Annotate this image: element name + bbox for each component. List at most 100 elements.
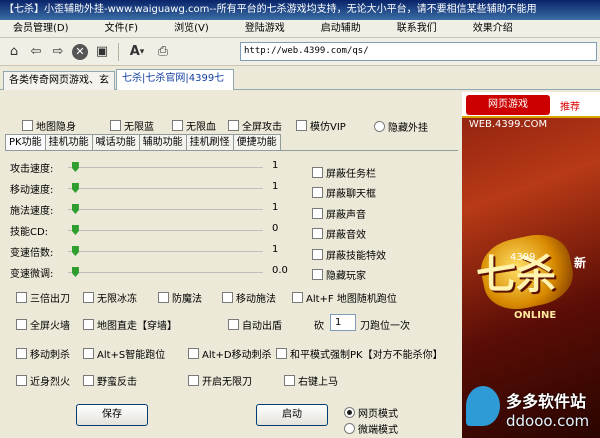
option-fake-vip[interactable]: 模仿VIP: [296, 118, 346, 133]
tab-afk[interactable]: 挂机功能: [44, 134, 93, 151]
save-button[interactable]: 保存: [76, 404, 148, 426]
slider-value: 1: [272, 160, 279, 171]
option-auto-shield[interactable]: 自动出盾: [228, 317, 282, 332]
watermark: 多多软件站 ddooo.com: [462, 382, 600, 438]
option-wall-walk[interactable]: 地图直走【穿墙】: [83, 317, 177, 332]
checkbox: [228, 120, 239, 131]
menu-start-assist[interactable]: 启动辅助: [318, 21, 364, 37]
option-triple-slash[interactable]: 三倍出刀: [16, 290, 70, 305]
menu-view[interactable]: 浏览(V): [171, 21, 212, 37]
checkbox: [16, 292, 27, 303]
menu-contact[interactable]: 联系我们: [394, 21, 440, 37]
checkbox: [292, 292, 303, 303]
checkbox: [312, 249, 323, 260]
slider-track[interactable]: [68, 183, 263, 193]
slider-label: 施法速度:: [10, 206, 54, 217]
checkbox: [276, 348, 287, 359]
game-title: 七杀: [476, 252, 556, 298]
option-label: Alt+F 地图随机跑位: [306, 294, 397, 305]
print-icon[interactable]: ⎙: [153, 42, 173, 62]
slider-track[interactable]: [68, 225, 263, 235]
stop-glyph: ✕: [72, 43, 88, 60]
watermark-logo-icon: [466, 386, 500, 426]
option-label: 开启无限刀: [202, 377, 252, 388]
start-button[interactable]: 启动: [256, 404, 328, 426]
option-smart-move[interactable]: Alt+S智能跑位: [83, 346, 165, 361]
checkbox: [110, 120, 121, 131]
menu-member[interactable]: 会员管理(D): [10, 21, 72, 37]
option-force-pk[interactable]: 和平模式强制PK【对方不能杀你】: [276, 346, 443, 361]
option-alt-d-thrust[interactable]: Alt+D移动刺杀: [188, 346, 272, 361]
option-infinite-mana[interactable]: 无限蓝: [110, 118, 154, 133]
option-random-map-move[interactable]: Alt+F 地图随机跑位: [292, 290, 397, 305]
option-map-stealth[interactable]: 地图隐身: [22, 118, 76, 133]
option-close-fire[interactable]: 近身烈火: [16, 373, 70, 388]
option-infinite-hp[interactable]: 无限血: [172, 118, 216, 133]
tab-shout[interactable]: 喊话功能: [91, 134, 140, 151]
font-icon[interactable]: A ▾: [123, 42, 151, 62]
option-label: 全屏攻击: [242, 122, 282, 133]
forward-icon[interactable]: ⇨: [48, 42, 68, 62]
slider-track[interactable]: [68, 204, 263, 214]
menu-effects[interactable]: 效果介绍: [470, 21, 516, 37]
back-icon[interactable]: ⇦: [26, 42, 46, 62]
option-label: 屏蔽声音: [326, 210, 366, 221]
shield-effects[interactable]: 屏蔽音效: [312, 226, 366, 241]
option-label: 地图隐身: [36, 122, 76, 133]
checkbox: [16, 375, 27, 386]
slash-count-input[interactable]: 1: [330, 314, 356, 331]
game-number: 4399: [510, 252, 536, 263]
option-label: 屏蔽音效: [326, 230, 366, 241]
checkbox: [312, 208, 323, 219]
slider-value: 0.0: [272, 265, 288, 276]
option-label: 屏蔽聊天框: [326, 189, 376, 200]
checkbox: [312, 269, 323, 280]
home-icon[interactable]: ⌂: [4, 42, 24, 62]
ad-header: 网页游戏 WEB.4399.COM 推荐: [462, 92, 600, 130]
tab-convenience[interactable]: 便捷功能: [232, 134, 281, 151]
shield-chat[interactable]: 屏蔽聊天框: [312, 185, 376, 200]
option-anti-magic[interactable]: 防魔法: [158, 290, 202, 305]
option-move-cast[interactable]: 移动施法: [222, 290, 276, 305]
browser-tab-1[interactable]: 各类传奇网页游戏、玄: [3, 71, 115, 90]
option-hide-cheat[interactable]: 隐藏外挂: [374, 119, 428, 134]
checkbox: [83, 319, 94, 330]
mode-client[interactable]: 微端模式: [344, 421, 398, 436]
web-content-pane[interactable]: 网页游戏 WEB.4399.COM 推荐 七杀 4399 新 ONLINE 多多…: [462, 92, 600, 438]
option-fullscreen-firewall[interactable]: 全屏火墙: [16, 317, 70, 332]
option-savage-counter[interactable]: 野蛮反击: [83, 373, 137, 388]
option-fullscreen-attack[interactable]: 全屏攻击: [228, 118, 282, 133]
option-move-thrust[interactable]: 移动刺杀: [16, 346, 70, 361]
menu-login-game[interactable]: 登陆游戏: [242, 21, 288, 37]
slider-track[interactable]: [68, 267, 263, 277]
site-logo[interactable]: 网页游戏 WEB.4399.COM: [466, 95, 550, 130]
tab-assist[interactable]: 辅助功能: [138, 134, 187, 151]
browser-tab-2[interactable]: 七杀|七杀官网|4399七: [116, 69, 234, 90]
feature-tab-bar: PK功能 挂机功能 喊话功能 辅助功能 挂机刷怪 便捷功能: [5, 134, 281, 152]
address-input[interactable]: http://web.4399.com/qs/: [240, 42, 597, 61]
menu-bar: 会员管理(D) 文件(F) 浏览(V) 登陆游戏 启动辅助 联系我们 效果介绍: [0, 20, 600, 38]
option-infinite-freeze[interactable]: 无限冰冻: [83, 290, 137, 305]
tab-farm[interactable]: 挂机刷怪: [185, 134, 234, 151]
option-label: 隐藏外挂: [388, 123, 428, 134]
menu-file[interactable]: 文件(F): [102, 21, 142, 37]
recommend-label[interactable]: 推荐: [560, 98, 580, 113]
option-label: 移动施法: [236, 294, 276, 305]
hide-players[interactable]: 隐藏玩家: [312, 267, 366, 282]
option-infinite-blade[interactable]: 开启无限刀: [188, 373, 252, 388]
checkbox: [83, 292, 94, 303]
slider-track[interactable]: [68, 246, 263, 256]
option-label: 三倍出刀: [30, 294, 70, 305]
watermark-url: ddooo.com: [506, 412, 590, 430]
checkbox: [22, 120, 33, 131]
slider-track[interactable]: [68, 162, 263, 172]
shield-sound[interactable]: 屏蔽声音: [312, 206, 366, 221]
stop-icon[interactable]: ✕: [70, 42, 90, 62]
refresh-icon[interactable]: ▣: [92, 42, 112, 62]
shield-taskbar[interactable]: 屏蔽任务栏: [312, 165, 376, 180]
option-label: Alt+S智能跑位: [97, 350, 166, 361]
option-label: 和平模式强制PK【对方不能杀你】: [290, 350, 443, 361]
mode-web[interactable]: 网页模式: [344, 405, 398, 420]
option-right-click-mount[interactable]: 右键上马: [284, 373, 338, 388]
shield-skill-effects[interactable]: 屏蔽技能特效: [312, 247, 386, 262]
